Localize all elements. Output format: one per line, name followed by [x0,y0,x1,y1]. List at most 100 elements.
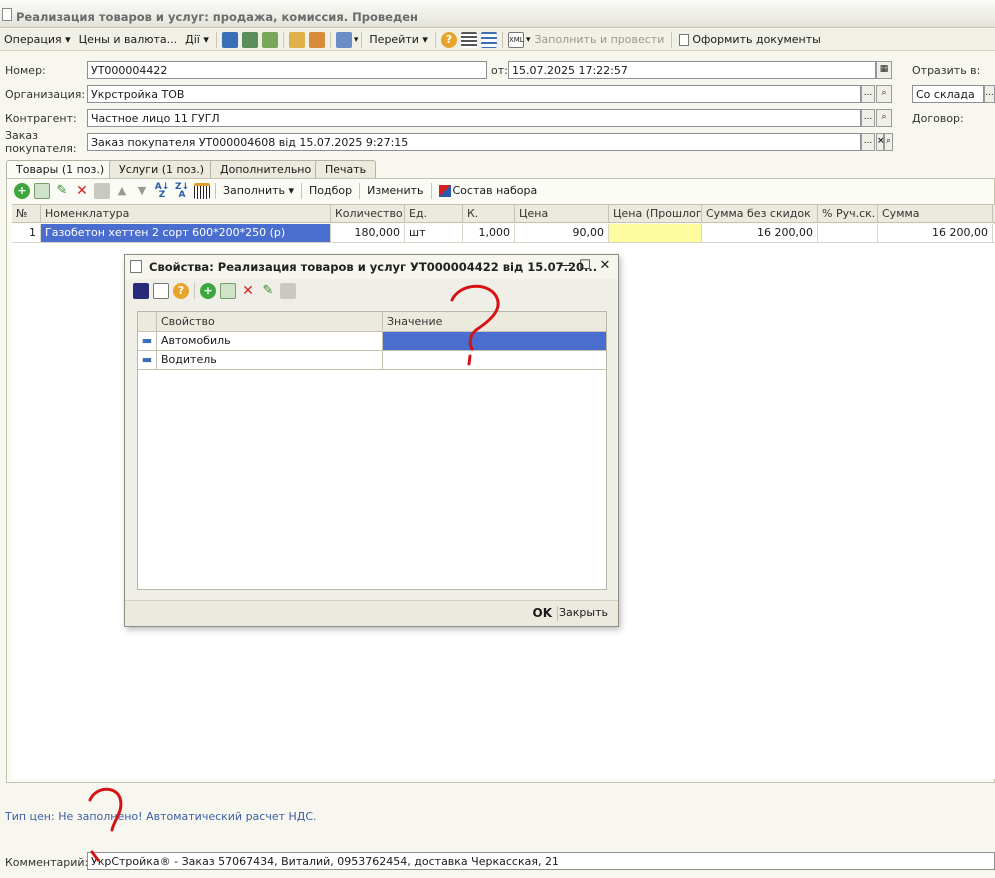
separator [215,183,216,199]
price-type-link[interactable]: Тип цен: Не заполнено! [5,810,143,823]
org-field[interactable]: Укрстройка ТОВ [87,85,861,103]
order-field[interactable]: Заказ покупателя УТ000004608 від 15.07.2… [87,133,861,151]
movements-icon[interactable] [308,31,325,48]
move-up-icon[interactable]: ▲ [114,183,130,199]
fill-menu[interactable]: Заполнить ▾ [219,181,298,201]
table-row[interactable]: 1 Газобетон хеттен 2 сорт 600*200*250 (р… [12,224,995,243]
cell-k[interactable]: 1,000 [463,224,515,242]
tab-services[interactable]: Услуги (1 поз.) [109,160,215,179]
save-icon[interactable] [133,283,149,299]
separator [501,31,503,48]
copy-icon[interactable] [261,31,278,48]
maximize-icon[interactable]: ☐ [577,258,593,274]
number-field[interactable]: УТ000004422 [87,61,487,79]
order-label-line1: Заказ [5,129,39,142]
cell-price-prev[interactable] [609,224,702,242]
col-value[interactable]: Значение [383,312,606,332]
fill-label: Заполнить [223,184,285,197]
col-item[interactable]: Номенклатура [41,205,331,223]
cell-sum[interactable]: 16 200,00 [878,224,993,242]
col-qty[interactable]: Количество [331,205,405,223]
end-edit-icon[interactable] [94,183,110,199]
number-label: Номер: [5,64,46,77]
properties-icon[interactable] [480,31,497,48]
select-button[interactable]: ... [861,133,875,151]
tab-print[interactable]: Печать [315,160,377,179]
cell-manual-disc[interactable] [818,224,878,242]
barcode-icon[interactable] [194,183,210,199]
select-button[interactable]: ... [984,85,995,103]
chevron-down-icon[interactable]: ▾ [354,35,359,45]
cell-unit[interactable]: шт [405,224,463,242]
set-composition-button[interactable]: Состав набора [435,181,542,201]
structure-icon[interactable] [288,31,305,48]
list-icon[interactable] [460,31,477,48]
dialog-footer: OK Закрыть [125,600,618,626]
contractor-field[interactable]: Частное лицо 11 ГУГЛ [87,109,861,127]
col-property[interactable]: Свойство [157,312,383,332]
add-icon[interactable]: + [14,183,30,199]
copy-row-icon[interactable] [220,283,236,299]
row-marker-icon: ▬ [138,351,157,370]
fill-and-post-button[interactable]: Заполнить и провести [530,30,668,50]
col-sum-no-disc[interactable]: Сумма без скидок [702,205,818,223]
select-button[interactable]: ... [861,109,875,127]
cell-item[interactable]: Газобетон хеттен 2 сорт 600*200*250 (р) [41,224,331,242]
move-down-icon[interactable]: ▼ [134,183,150,199]
open-icon[interactable]: ⌕ [884,133,893,151]
goto-menu[interactable]: Перейти ▾ [365,30,432,50]
help-icon[interactable]: ? [173,283,189,299]
minimize-icon[interactable]: — [557,258,573,274]
help-icon[interactable]: ? [440,31,457,48]
post-icon[interactable] [221,31,238,48]
sort-desc-icon[interactable]: Z↓ A [174,183,190,200]
save-icon[interactable] [241,31,258,48]
tab-goods[interactable]: Товары (1 поз.) [6,160,115,180]
col-unit[interactable]: Ед. [405,205,463,223]
tab-additional[interactable]: Дополнительно [210,160,322,179]
add-icon[interactable]: + [200,283,216,299]
col-manual-disc[interactable]: % Руч.ск. [818,205,878,223]
refresh-icon[interactable] [153,283,169,299]
separator [671,31,673,48]
col-price-prev[interactable]: Цена (Прошлог... [609,205,702,223]
dialog-title: Свойства: Реализация товаров и услуг УТ0… [149,260,598,274]
end-edit-icon[interactable] [280,283,296,299]
col-price[interactable]: Цена [515,205,609,223]
cell-value[interactable] [383,332,606,351]
warehouse-field[interactable]: Со склада [912,85,984,103]
vat-link[interactable]: Автоматический расчет НДС. [146,810,316,823]
col-k[interactable]: К. [463,205,515,223]
prices-button[interactable]: Цены и валюта... [75,30,181,50]
cell-value[interactable] [383,351,606,370]
copy-row-icon[interactable] [34,183,50,199]
print-docs-button[interactable]: Оформить документы [675,30,824,50]
separator [557,606,558,621]
ok-button[interactable]: OK [533,606,553,620]
based-on-icon[interactable] [335,31,352,48]
comment-field[interactable]: УкрСтройка® - Заказ 57067434, Виталий, 0… [87,852,995,870]
close-icon[interactable]: ✕ [597,258,613,274]
close-button[interactable]: Закрыть [559,606,608,619]
cell-price[interactable]: 90,00 [515,224,609,242]
change-button[interactable]: Изменить [363,181,427,201]
actions-menu[interactable]: Дії ▾ [181,30,213,50]
delete-icon[interactable]: ✕ [74,183,90,199]
clear-icon[interactable]: × [876,133,885,151]
xml-icon[interactable]: XML [507,31,524,48]
open-icon[interactable]: ⌕ [876,109,892,127]
open-icon[interactable]: ⌕ [876,85,892,103]
delete-icon[interactable]: ✕ [240,283,256,299]
col-sum[interactable]: Сумма [878,205,993,223]
calendar-icon[interactable]: ▦ [876,61,892,79]
edit-icon[interactable]: ✎ [260,283,276,299]
cell-qty[interactable]: 180,000 [331,224,405,242]
cell-sum-no-disc[interactable]: 16 200,00 [702,224,818,242]
col-number[interactable]: № [12,205,41,223]
edit-icon[interactable]: ✎ [54,183,70,199]
date-field[interactable]: 15.07.2025 17:22:57 [508,61,876,79]
operation-menu[interactable]: Операция ▾ [0,30,75,50]
sort-asc-icon[interactable]: A↓ Z [154,183,170,200]
select-button[interactable]: ... [861,85,875,103]
selection-button[interactable]: Подбор [305,181,356,201]
